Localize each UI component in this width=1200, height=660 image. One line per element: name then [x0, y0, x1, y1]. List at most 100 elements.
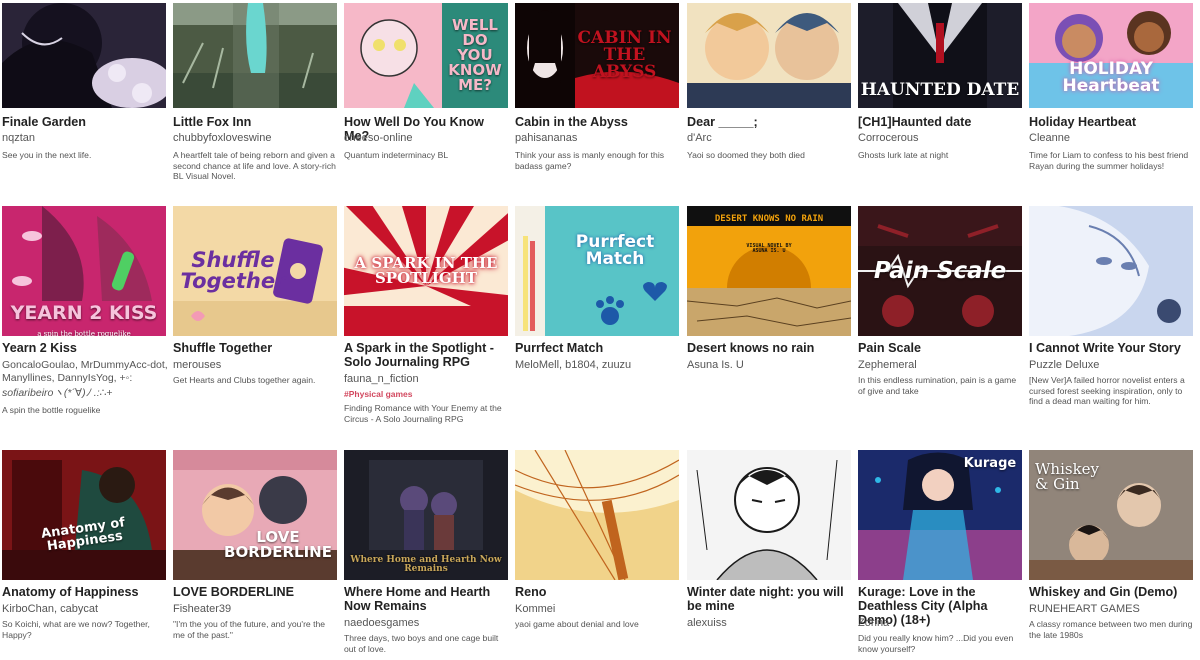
game-thumbnail[interactable]: Whiskey & Gin	[1029, 450, 1193, 580]
game-title[interactable]: Little Fox Inn	[173, 115, 339, 129]
game-thumbnail[interactable]: YEARN 2 KISS a spin the bottle roguelike	[2, 206, 166, 336]
game-title[interactable]: Anatomy of Happiness	[2, 585, 168, 599]
game-author[interactable]: GoncaloGoulao, MrDummyAcc-dot, Manylline…	[2, 359, 168, 385]
thumbnail-art	[515, 206, 679, 336]
game-card[interactable]: Little Fox Inn chubbyfoxloveswine A hear…	[173, 3, 337, 193]
game-title[interactable]: Whiskey and Gin (Demo)	[1029, 585, 1195, 599]
game-thumbnail[interactable]: DESERT KNOWS NO RAIN VISUAL NOVEL BY ASU…	[687, 206, 851, 336]
game-card[interactable]: Whiskey & Gin Whiskey and Gin (Demo) RUN…	[1029, 450, 1193, 660]
game-description: A classy romance between two men during …	[1029, 619, 1193, 640]
game-author[interactable]: Corrocerous	[858, 132, 1024, 145]
game-card[interactable]: LOVE BORDERLINE LOVE BORDERLINE Fisheate…	[173, 450, 337, 660]
thumbnail-art	[2, 3, 166, 108]
game-title[interactable]: Purrfect Match	[515, 341, 681, 355]
game-card[interactable]: Where Home and Hearth Now Remains Where …	[344, 450, 508, 660]
game-thumbnail[interactable]	[687, 450, 851, 580]
game-title[interactable]: Yearn 2 Kiss	[2, 341, 168, 355]
game-card[interactable]: Kurage Kurage: Love in the Deathless Cit…	[858, 450, 1022, 660]
game-author[interactable]: Puzzle Deluxe	[1029, 359, 1195, 372]
game-card[interactable]: DESERT KNOWS NO RAIN VISUAL NOVEL BY ASU…	[687, 206, 851, 426]
game-thumbnail[interactable]: Pain Scale	[858, 206, 1022, 336]
game-card[interactable]: Anatomy of Happiness Anatomy of Happines…	[2, 450, 166, 660]
game-thumbnail[interactable]	[1029, 206, 1193, 336]
thumbnail-art	[858, 206, 1022, 336]
game-description: Yaoi so doomed they both died	[687, 150, 805, 160]
game-thumbnail[interactable]: Shuffle Together	[173, 206, 337, 336]
game-author[interactable]: chubbyfoxloveswine	[173, 132, 339, 145]
game-description: "I'm the you of the future, and you're t…	[173, 619, 326, 640]
game-thumbnail[interactable]	[173, 3, 337, 108]
game-title[interactable]: Reno	[515, 585, 681, 599]
game-description: A heartfelt tale of being reborn and giv…	[173, 150, 336, 181]
physical-games-tag[interactable]: #Physical games	[344, 389, 510, 400]
game-title[interactable]: Finale Garden	[2, 115, 168, 129]
game-card[interactable]: Winter date night: you will be mine alex…	[687, 450, 851, 660]
game-title[interactable]: A Spark in the Spotlight - Solo Journali…	[344, 341, 510, 369]
game-author[interactable]: RUNEHEART GAMES	[1029, 603, 1195, 616]
game-card[interactable]: Dear _____; d'Arc Yaoi so doomed they bo…	[687, 3, 851, 193]
game-author[interactable]: pahisananas	[515, 132, 681, 145]
game-author[interactable]: merouses	[173, 359, 339, 372]
game-title[interactable]: Dear _____;	[687, 115, 853, 129]
game-description: Time for Liam to confess to his best fri…	[1029, 150, 1189, 171]
game-author[interactable]: cheeso-online	[344, 132, 510, 145]
game-card[interactable]: WELL DO YOU KNOW ME? How Well Do You Kno…	[344, 3, 508, 193]
game-author[interactable]: KirboChan, cabycat	[2, 603, 168, 616]
game-author[interactable]: fauna_n_fiction	[344, 373, 510, 386]
game-card[interactable]: Shuffle Together Shuffle Together merous…	[173, 206, 337, 426]
game-thumbnail[interactable]: Where Home and Hearth Now Remains	[344, 450, 508, 580]
game-author[interactable]: naedoesgames	[344, 617, 510, 630]
game-thumbnail[interactable]: Kurage	[858, 450, 1022, 580]
game-description: In this endless rumination, pain is a ga…	[858, 375, 1017, 396]
game-title[interactable]: Winter date night: you will be mine	[687, 585, 853, 613]
game-thumbnail[interactable]: LOVE BORDERLINE	[173, 450, 337, 580]
game-description: Think your ass is manly enough for this …	[515, 150, 665, 171]
game-author[interactable]: Zorina	[858, 617, 1024, 630]
game-title[interactable]: Cabin in the Abyss	[515, 115, 681, 129]
game-card[interactable]: Finale Garden nqztan See you in the next…	[2, 3, 166, 193]
game-title[interactable]: LOVE BORDERLINE	[173, 585, 339, 599]
game-thumbnail[interactable]	[2, 3, 166, 108]
game-card[interactable]: Pain Scale Pain Scale Zephemeral In this…	[858, 206, 1022, 426]
game-thumbnail[interactable]: WELL DO YOU KNOW ME?	[344, 3, 508, 108]
game-description: Finding Romance with Your Enemy at the C…	[344, 403, 502, 424]
game-author[interactable]: Asuna Is. U	[687, 359, 853, 372]
game-card[interactable]: CABIN IN THE ABYSS Cabin in the Abyss pa…	[515, 3, 679, 193]
game-description: [New Ver]A failed horror novelist enters…	[1029, 375, 1185, 406]
game-title[interactable]: [CH1]Haunted date	[858, 115, 1024, 129]
game-description: Did you really know him? ...Did you even…	[858, 633, 1014, 654]
game-thumbnail[interactable]	[515, 450, 679, 580]
game-card[interactable]: Purrfect Match Purrfect Match MeloMell, …	[515, 206, 679, 426]
game-author[interactable]: Kommei	[515, 603, 681, 616]
game-card[interactable]: A SPARK IN THE SPOTLIGHT A Spark in the …	[344, 206, 508, 426]
game-description: Get Hearts and Clubs together again.	[173, 375, 316, 385]
game-thumbnail[interactable]	[687, 3, 851, 108]
game-thumbnail[interactable]: A SPARK IN THE SPOTLIGHT	[344, 206, 508, 336]
game-title[interactable]: Where Home and Hearth Now Remains	[344, 585, 510, 613]
game-title[interactable]: Shuffle Together	[173, 341, 339, 355]
game-author-continued[interactable]: sofiaribeiroヽ(*´∀)ﾉ .:∴+	[2, 387, 168, 400]
game-title[interactable]: Pain Scale	[858, 341, 1024, 355]
game-author[interactable]: Cleanne	[1029, 132, 1195, 145]
game-card[interactable]: YEARN 2 KISS a spin the bottle roguelike…	[2, 206, 168, 426]
game-card[interactable]: Reno Kommei yaoi game about denial and l…	[515, 450, 679, 660]
game-thumbnail[interactable]: HOLIDAY Heartbeat	[1029, 3, 1193, 108]
game-grid: Finale Garden nqztan See you in the next…	[0, 0, 1200, 660]
game-author[interactable]: Zephemeral	[858, 359, 1024, 372]
game-author[interactable]: alexuiss	[687, 617, 853, 630]
game-title[interactable]: I Cannot Write Your Story	[1029, 341, 1195, 355]
game-card[interactable]: HOLIDAY Heartbeat Holiday Heartbeat Clea…	[1029, 3, 1193, 193]
game-thumbnail[interactable]: HAUNTED DATE	[858, 3, 1022, 108]
game-author[interactable]: d'Arc	[687, 132, 853, 145]
game-card[interactable]: HAUNTED DATE [CH1]Haunted date Corrocero…	[858, 3, 1022, 193]
game-title[interactable]: Holiday Heartbeat	[1029, 115, 1195, 129]
game-author[interactable]: Fisheater39	[173, 603, 339, 616]
game-author[interactable]: nqztan	[2, 132, 168, 145]
game-card[interactable]: I Cannot Write Your Story Puzzle Deluxe …	[1029, 206, 1193, 426]
game-thumbnail[interactable]: Anatomy of Happiness	[2, 450, 166, 580]
game-author[interactable]: MeloMell, b1804, zuuzu	[515, 359, 681, 372]
game-thumbnail[interactable]: CABIN IN THE ABYSS	[515, 3, 679, 108]
game-title[interactable]: Desert knows no rain	[687, 341, 853, 355]
game-thumbnail[interactable]: Purrfect Match	[515, 206, 679, 336]
thumbnail-art	[173, 206, 337, 336]
